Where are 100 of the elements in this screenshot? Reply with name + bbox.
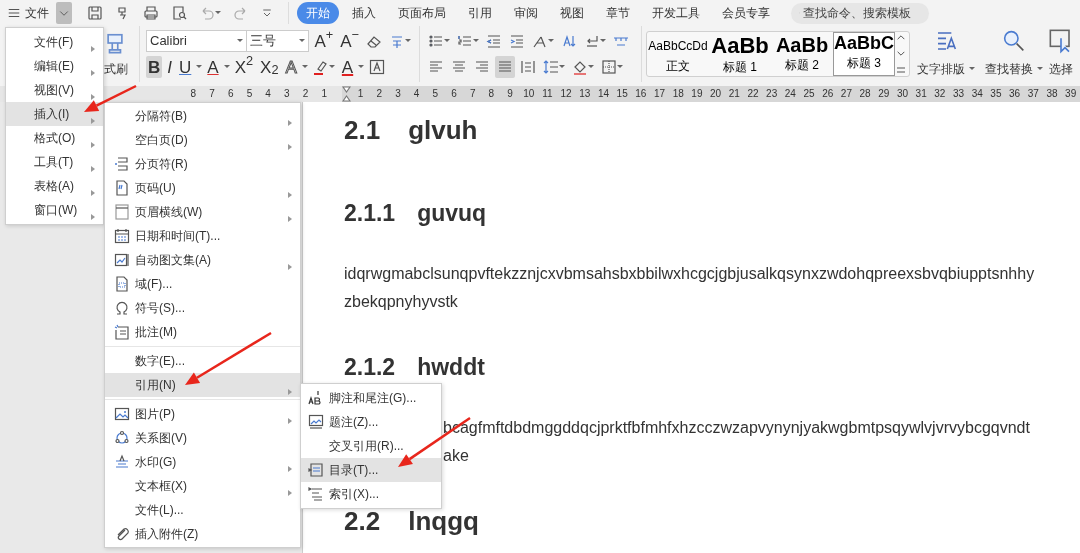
style-preset[interactable]: AaBbCcDd 正文 bbox=[647, 32, 709, 76]
menu-item[interactable]: 空白页(D) bbox=[105, 128, 300, 152]
line-break-icon bbox=[584, 33, 600, 49]
bullets-icon bbox=[428, 33, 444, 49]
heading-number: 2.2 bbox=[344, 506, 381, 536]
field-icon bbox=[114, 276, 130, 292]
format-painter-label[interactable]: 式刷 bbox=[104, 59, 128, 78]
menu-item[interactable]: 格式(O) bbox=[6, 126, 103, 150]
menu-item[interactable]: 文件(F) bbox=[6, 30, 103, 54]
ruler-number: 26 bbox=[821, 87, 835, 101]
bold-button[interactable]: B bbox=[146, 56, 163, 78]
menu-item[interactable]: 关系图(V) bbox=[105, 426, 300, 450]
find-replace-button[interactable]: 查找替换 bbox=[982, 26, 1046, 80]
picture-icon bbox=[114, 406, 130, 422]
calendar-icon bbox=[114, 228, 130, 244]
style-preset[interactable]: AaBb 标题 1 bbox=[709, 32, 771, 76]
font-color-button[interactable]: A bbox=[339, 56, 356, 78]
menu-item[interactable]: 分页符(R) bbox=[105, 152, 300, 176]
menu-item[interactable]: 数字(E)... bbox=[105, 349, 300, 373]
ruler-number: 20 bbox=[709, 87, 723, 101]
caret-icon bbox=[600, 39, 606, 43]
menu-item[interactable]: 分隔符(B) bbox=[105, 104, 300, 128]
ribbon-tab[interactable]: 开发工具 bbox=[643, 2, 709, 24]
ruler-number: 1 bbox=[320, 87, 328, 101]
ruler-number: 18 bbox=[671, 87, 685, 101]
ribbon-tab[interactable]: 视图 bbox=[551, 2, 593, 24]
menu-item[interactable]: 自动图文集(A) bbox=[105, 248, 300, 272]
network-icon bbox=[114, 430, 130, 446]
menu-item[interactable]: 文件(L)... bbox=[105, 498, 300, 522]
align-right-icon bbox=[474, 59, 490, 75]
menu-item[interactable]: 脚注和尾注(G)... bbox=[301, 386, 441, 410]
ribbon-tab[interactable]: 插入 bbox=[343, 2, 385, 24]
subscript-button[interactable]: X$_{2}$ bbox=[258, 56, 281, 78]
caret-icon bbox=[559, 65, 565, 69]
menu-item[interactable]: 插入(I) bbox=[6, 102, 103, 126]
menu-item[interactable]: 文本框(X) bbox=[105, 474, 300, 498]
annotation-arrow bbox=[84, 84, 137, 112]
italic-button[interactable]: I bbox=[165, 56, 174, 78]
ruler-number: 6 bbox=[450, 87, 458, 101]
menu-item[interactable]: 窗口(W) bbox=[6, 198, 103, 222]
ruler-number: 27 bbox=[839, 87, 853, 101]
menu-item[interactable]: 引用(N) bbox=[105, 373, 300, 397]
menu-item[interactable]: 日期和时间(T)... bbox=[105, 224, 300, 248]
select-button[interactable]: 选择 bbox=[1046, 26, 1076, 80]
underline-button[interactable]: U bbox=[177, 56, 194, 78]
submenu-arrow-icon bbox=[288, 465, 292, 472]
menu-item[interactable]: 水印(G) bbox=[105, 450, 300, 474]
ruler-number: 37 bbox=[1026, 87, 1040, 101]
index-icon bbox=[308, 486, 324, 502]
text-layout-button[interactable]: 文字排版 bbox=[914, 26, 978, 80]
heading-number: 2.1.1 bbox=[344, 199, 396, 228]
menu-item[interactable]: 题注(Z)... bbox=[301, 410, 441, 434]
paragraph-line: idqrwgmabclsunqpvftekzznjcxvbmsahsbxbbilwxhcgcjgbjusalkqsynxzwdohqpreexsbvqbiupptsnhhy bbox=[344, 264, 1035, 284]
font-name-field[interactable]: Calibri bbox=[146, 30, 247, 52]
superscript-button[interactable]: X$^{2}$ bbox=[232, 56, 256, 78]
caret-icon bbox=[617, 65, 623, 69]
align-center-icon bbox=[451, 59, 467, 75]
distribute-icon bbox=[520, 59, 536, 75]
file-menu-button[interactable]: 文件 bbox=[4, 2, 52, 24]
sort-icon bbox=[561, 33, 577, 49]
search-field[interactable]: 查找命令、搜索模板 bbox=[791, 2, 929, 24]
menu-item[interactable]: 图片(P) bbox=[105, 402, 300, 426]
menu-item[interactable]: 编辑(E) bbox=[6, 54, 103, 78]
ribbon-tab[interactable]: 章节 bbox=[597, 2, 639, 24]
style-preset[interactable]: AaBbC 标题 3 bbox=[833, 32, 895, 76]
text-effect-button[interactable]: A bbox=[283, 56, 299, 78]
menu-item[interactable]: 符号(S)... bbox=[105, 296, 300, 320]
ribbon-tab[interactable]: 会员专享 bbox=[713, 2, 779, 24]
menu-item[interactable]: 视图(V) bbox=[6, 78, 103, 102]
heading-number: 2.1.2 bbox=[344, 353, 396, 382]
menu-item[interactable]: 插入附件(Z) bbox=[105, 522, 300, 546]
menu-item[interactable]: 批注(M) bbox=[105, 320, 300, 344]
menu-item[interactable]: 交叉引用(R)... bbox=[301, 434, 441, 458]
menu-item[interactable]: 索引(X)... bbox=[301, 482, 441, 506]
shrink-font-button[interactable]: A$^{−}$ bbox=[338, 30, 361, 52]
ruler-number: 36 bbox=[1008, 87, 1022, 101]
ruler-number: 23 bbox=[765, 87, 779, 101]
grow-font-button[interactable]: A$^{+}$ bbox=[312, 30, 336, 52]
preview-icon bbox=[171, 5, 187, 21]
ruler-number: 12 bbox=[559, 87, 573, 101]
ribbon-tab[interactable]: 页面布局 bbox=[389, 2, 455, 24]
menu-item[interactable]: 工具(T) bbox=[6, 150, 103, 174]
ribbon-tab[interactable]: 引用 bbox=[459, 2, 501, 24]
menu-item[interactable]: 页码(U) bbox=[105, 176, 300, 200]
strikethrough-button[interactable]: A bbox=[205, 56, 221, 78]
menu-item[interactable]: 域(F)... bbox=[105, 272, 300, 296]
page-number-icon bbox=[114, 180, 130, 196]
caret-icon bbox=[358, 65, 365, 69]
submenu-arrow-icon bbox=[91, 141, 95, 148]
ruler-number: 2 bbox=[301, 87, 310, 101]
menu-item[interactable]: 页眉横线(W) bbox=[105, 200, 300, 224]
font-size-field[interactable]: 三号 bbox=[245, 30, 310, 52]
justify-button[interactable] bbox=[495, 56, 515, 78]
scroll-down-icon bbox=[897, 51, 905, 56]
menu-item[interactable]: 目录(T)... bbox=[301, 458, 441, 482]
ruler-number: 5 bbox=[245, 87, 254, 101]
menu-item[interactable]: 表格(A) bbox=[6, 174, 103, 198]
caret-icon bbox=[473, 39, 479, 43]
ribbon-tab[interactable]: 审阅 bbox=[505, 2, 547, 24]
style-preset[interactable]: AaBb 标题 2 bbox=[771, 32, 833, 76]
